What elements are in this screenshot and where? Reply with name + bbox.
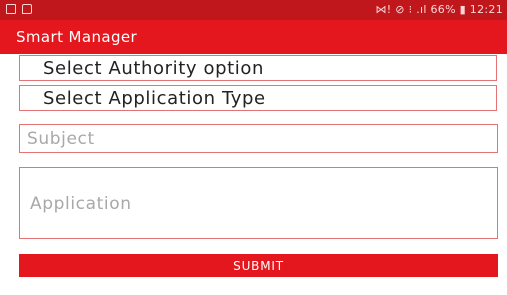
status-right-indicators: ⋈! ⊘ ⁝ .ıl 66% ▮ 12:21	[375, 3, 503, 16]
app-bar: Smart Manager	[0, 20, 507, 54]
status-indicators-text: ⋈! ⊘ ⁝ .ıl 66% ▮ 12:21	[375, 3, 503, 16]
application-textarea[interactable]	[20, 168, 497, 238]
subject-field[interactable]	[19, 124, 498, 153]
subject-input[interactable]	[20, 125, 497, 152]
app-title: Smart Manager	[16, 28, 138, 46]
status-bar: ⋈! ⊘ ⁝ .ıl 66% ▮ 12:21	[0, 0, 507, 20]
application-type-select-label: Select Application Type	[43, 88, 266, 109]
application-type-select[interactable]: Select Application Type	[19, 85, 497, 111]
message-icon	[22, 4, 32, 14]
status-left-icons	[6, 4, 32, 14]
authority-select[interactable]: Select Authority option	[19, 55, 497, 81]
application-field[interactable]	[19, 167, 498, 239]
authority-select-label: Select Authority option	[43, 58, 265, 79]
submit-button[interactable]: SUBMIT	[19, 254, 498, 277]
notification-icon	[6, 4, 16, 14]
